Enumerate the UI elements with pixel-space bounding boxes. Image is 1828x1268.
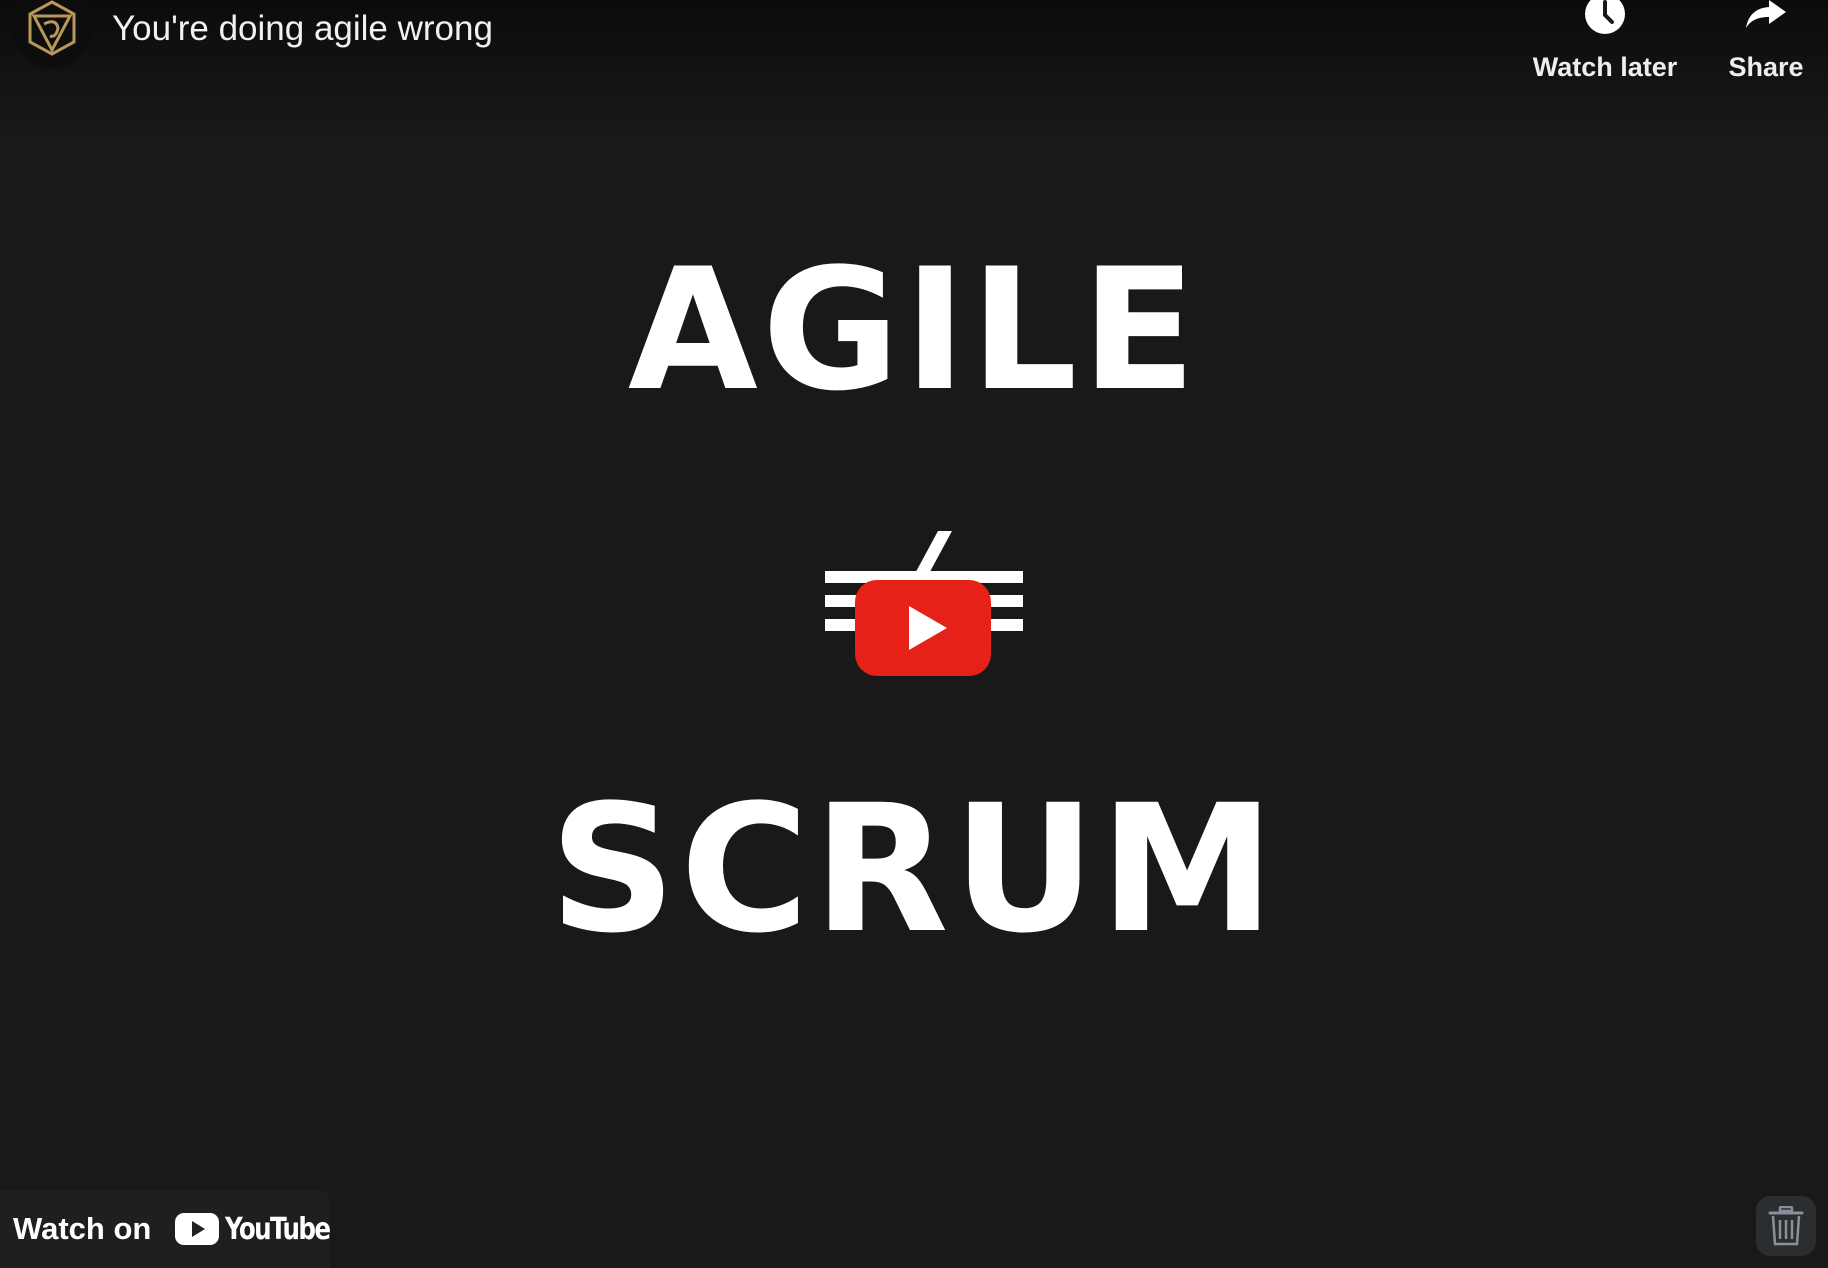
watch-later-label: Watch later	[1532, 52, 1678, 82]
video-player[interactable]: You're doing agile wrong Watch later Sha…	[0, 0, 1828, 1268]
clock-icon	[1585, 0, 1625, 34]
watch-on-youtube-link[interactable]: Watch on YouTube	[0, 1190, 331, 1268]
slide-word-agile: AGILE	[627, 232, 1201, 428]
watch-later-button[interactable]: Watch later	[1530, 0, 1680, 84]
watch-on-label: Watch on	[13, 1211, 152, 1246]
youtube-logo: YouTube	[175, 1212, 352, 1247]
delete-button[interactable]	[1756, 1196, 1816, 1256]
youtube-logo-word: YouTube	[225, 1211, 331, 1247]
youtube-play-logo-icon	[175, 1213, 220, 1245]
video-title[interactable]: You're doing agile wrong	[112, 8, 493, 50]
share-arrow-icon	[1746, 0, 1786, 28]
slide-word-scrum: SCRUM	[549, 767, 1279, 972]
trash-icon	[1768, 1206, 1804, 1246]
share-label: Share	[1728, 52, 1804, 82]
play-button[interactable]	[855, 580, 991, 676]
share-button[interactable]: Share	[1716, 0, 1816, 84]
